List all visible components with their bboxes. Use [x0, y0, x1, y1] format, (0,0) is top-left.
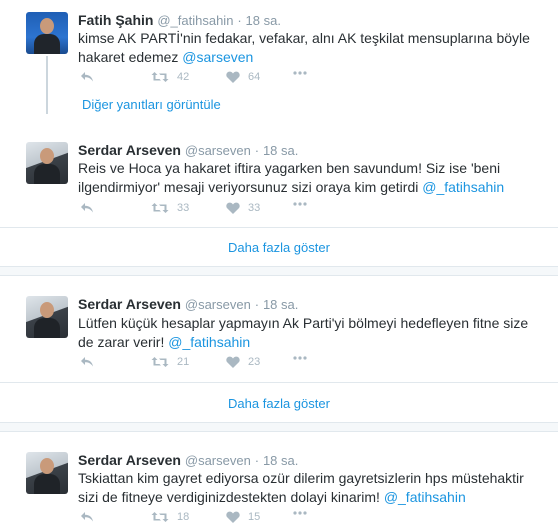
tweet[interactable]: Serdar Arseven @sarseven · 18 sa. Reis v… — [0, 130, 558, 226]
show-more-link[interactable]: Daha fazla göster — [0, 240, 558, 255]
retweet-button[interactable]: 33 — [151, 202, 189, 214]
reply-icon — [81, 357, 93, 367]
author-handle[interactable]: @sarseven — [185, 143, 251, 158]
tweet-text: Reis ve Hoca ya hakaret iftira yagarken … — [78, 159, 538, 197]
separator-dot: · — [254, 453, 260, 468]
tweet-time[interactable]: 18 sa. — [263, 453, 298, 468]
retweet-button[interactable]: 18 — [151, 511, 189, 523]
more-icon — [293, 511, 307, 515]
heart-icon — [226, 202, 240, 214]
retweet-count: 42 — [177, 71, 190, 83]
reply-icon — [81, 203, 93, 213]
more-button[interactable] — [293, 71, 307, 75]
author-name[interactable]: Serdar Arseven — [78, 142, 181, 158]
tweet-text: Tskiattan kim gayret ediyorsa ozür diler… — [78, 469, 538, 507]
author-handle[interactable]: @sarseven — [185, 297, 251, 312]
like-count: 15 — [248, 511, 261, 523]
separator-dot: · — [254, 297, 260, 312]
mention-link[interactable]: @_fatihsahin — [168, 334, 250, 350]
tweet[interactable]: Fatih Şahin @_fatihsahin · 18 sa. kimse … — [0, 0, 558, 92]
reply-icon — [81, 512, 93, 522]
author-name[interactable]: Serdar Arseven — [78, 296, 181, 312]
more-button[interactable] — [293, 356, 307, 360]
avatar[interactable] — [26, 296, 68, 338]
heart-icon — [226, 511, 240, 523]
author-name[interactable]: Serdar Arseven — [78, 452, 181, 468]
mention-link[interactable]: @_fatihsahin — [384, 489, 466, 505]
retweet-icon — [151, 357, 169, 367]
separator-dot: · — [237, 13, 242, 28]
divider — [0, 382, 558, 383]
more-icon — [293, 356, 307, 360]
avatar[interactable] — [26, 142, 68, 184]
more-icon — [293, 71, 307, 75]
retweet-icon — [151, 72, 169, 82]
tweet-body: Lütfen küçük hesaplar yapmayın Ak Parti'… — [78, 315, 529, 350]
conversation-separator — [0, 422, 558, 432]
mention-link[interactable]: @sarseven — [182, 49, 253, 65]
like-count: 23 — [248, 356, 261, 368]
heart-icon — [226, 71, 240, 83]
separator-dot: · — [254, 143, 260, 158]
tweet[interactable]: Serdar Arseven @sarseven · 18 sa. Tskiat… — [0, 440, 558, 532]
retweet-icon — [151, 512, 169, 522]
divider — [0, 227, 558, 228]
author-handle[interactable]: @sarseven — [185, 453, 251, 468]
tweet-time[interactable]: 18 sa. — [246, 13, 281, 28]
avatar[interactable] — [26, 452, 68, 494]
more-icon — [293, 202, 307, 206]
more-button[interactable] — [293, 511, 307, 515]
reply-button[interactable] — [80, 71, 94, 83]
tweet[interactable]: Serdar Arseven @sarseven · 18 sa. Lütfen… — [0, 284, 558, 380]
retweet-count: 33 — [177, 202, 190, 214]
reply-button[interactable] — [80, 202, 94, 214]
retweet-count: 18 — [177, 511, 190, 523]
retweet-button[interactable]: 21 — [151, 356, 189, 368]
heart-icon — [226, 356, 240, 368]
like-button[interactable]: 23 — [226, 356, 260, 368]
like-count: 64 — [248, 71, 261, 83]
more-button[interactable] — [293, 202, 307, 206]
reply-button[interactable] — [80, 511, 94, 523]
conversation-separator — [0, 266, 558, 276]
reply-icon — [81, 72, 93, 82]
like-button[interactable]: 64 — [226, 71, 260, 83]
author-handle[interactable]: @_fatihsahin — [157, 13, 233, 28]
retweet-button[interactable]: 42 — [151, 71, 189, 83]
like-count: 33 — [248, 202, 261, 214]
like-button[interactable]: 15 — [226, 511, 260, 523]
avatar[interactable] — [26, 12, 68, 54]
author-name[interactable]: Fatih Şahin — [78, 12, 153, 28]
thread-line — [46, 56, 48, 114]
retweet-count: 21 — [177, 356, 190, 368]
tweet-time[interactable]: 18 sa. — [263, 297, 298, 312]
tweet-text: Lütfen küçük hesaplar yapmayın Ak Parti'… — [78, 314, 538, 352]
tweet-body: kimse AK PARTİ'nin fedakar, vefakar, aln… — [78, 30, 530, 65]
show-more-link[interactable]: Daha fazla göster — [0, 396, 558, 411]
show-replies-link[interactable]: Diğer yanıtları görüntüle — [82, 97, 221, 112]
mention-link[interactable]: @_fatihsahin — [422, 179, 504, 195]
tweet-time[interactable]: 18 sa. — [263, 143, 298, 158]
retweet-icon — [151, 203, 169, 213]
reply-button[interactable] — [80, 356, 94, 368]
tweet-text: kimse AK PARTİ'nin fedakar, vefakar, aln… — [78, 29, 538, 67]
like-button[interactable]: 33 — [226, 202, 260, 214]
